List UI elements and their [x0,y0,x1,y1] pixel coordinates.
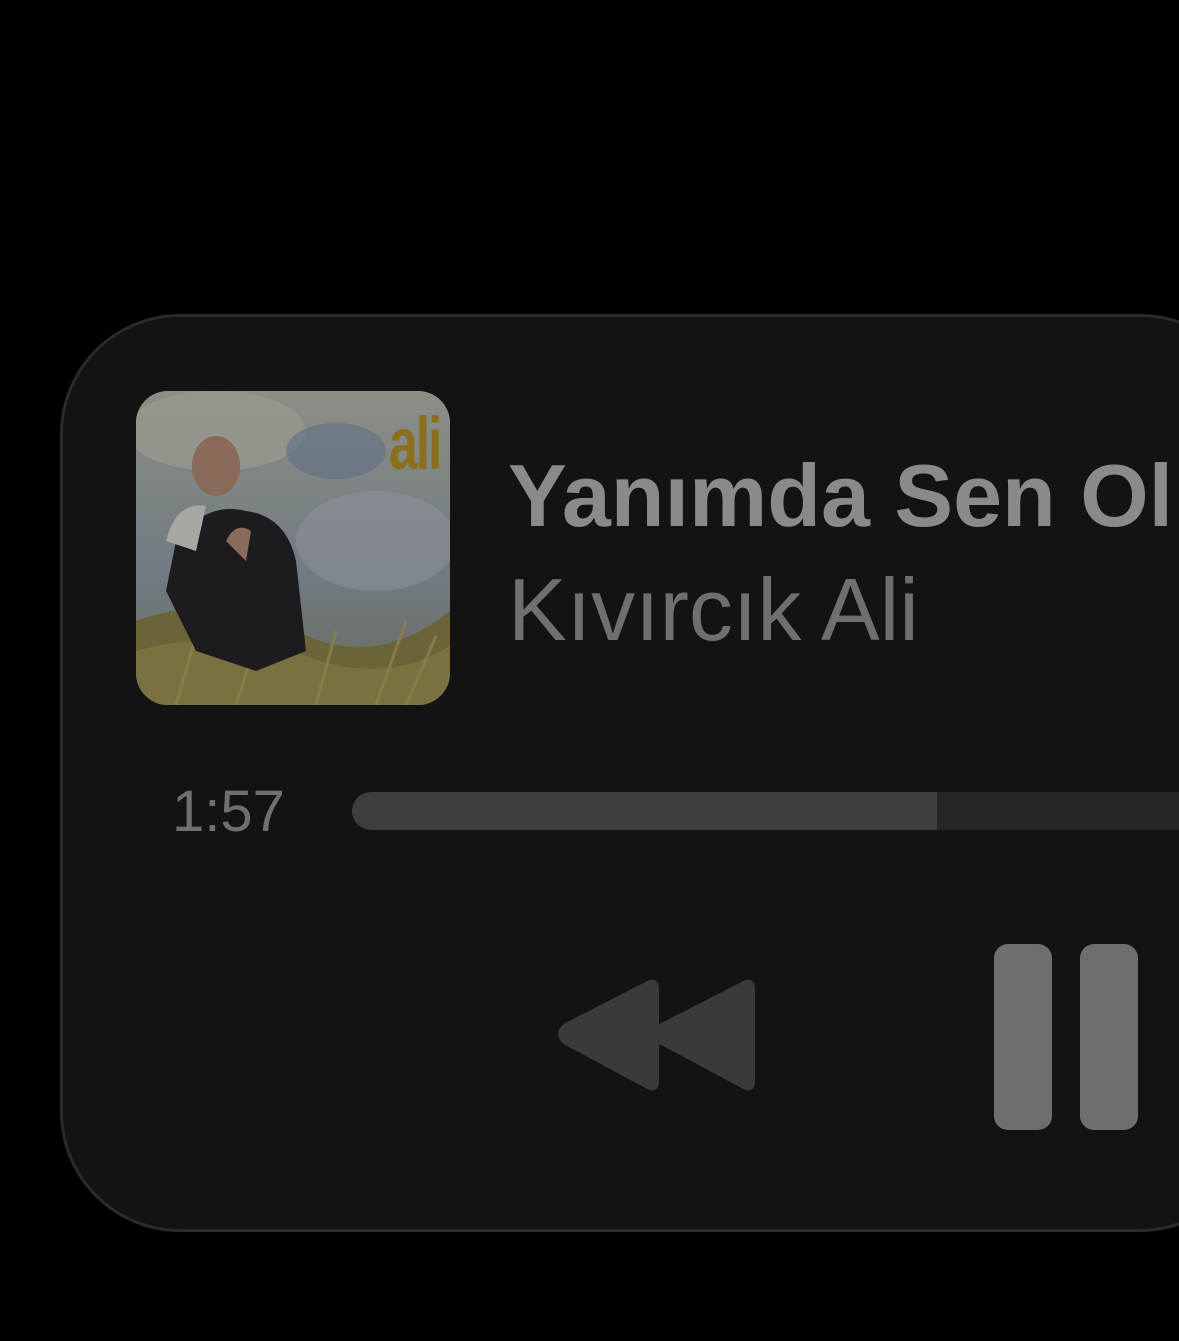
track-artist[interactable]: Kıvırcık Ali [508,560,919,660]
rewind-icon [558,979,755,1091]
album-artwork[interactable]: ali [136,391,450,705]
now-playing-screen: ali Yanımda Sen Ol Kıvırcık Ali 1:57 [0,0,1179,1341]
pause-bar-right [1080,944,1138,1130]
artwork-logo-text: ali [388,402,442,485]
progress-fill [352,792,937,830]
track-title[interactable]: Yanımda Sen Ol [508,446,1173,546]
pause-bar-left [994,944,1052,1130]
elapsed-time: 1:57 [172,779,285,844]
rewind-button[interactable] [556,976,760,1096]
pause-button[interactable] [994,944,1138,1130]
progress-scrubber[interactable] [352,792,1179,830]
